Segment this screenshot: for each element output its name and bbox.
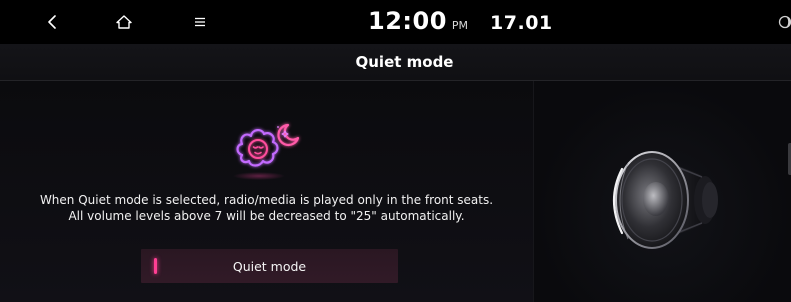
clock-ampm: PM [451, 19, 469, 32]
description-line: All volume levels above 7 will be decrea… [68, 209, 465, 223]
content-panel: When Quiet mode is selected, radio/media… [0, 81, 533, 302]
back-button[interactable] [34, 0, 70, 44]
status-bar: 12:00 PM 17.01 [0, 0, 791, 44]
back-arrow-icon [48, 15, 56, 29]
clock-time: 12:00 [368, 7, 447, 35]
description-line: When Quiet mode is selected, radio/media… [39, 193, 494, 207]
page-title: Quiet mode [355, 53, 454, 71]
night-mode-icon[interactable] [777, 14, 791, 30]
title-bar: Quiet mode [0, 44, 791, 81]
speaker-icon [612, 151, 718, 249]
quiet-mode-toggle-button[interactable]: Quiet mode [141, 249, 398, 283]
toggle-label: Quiet mode [232, 258, 307, 274]
sleeping-flower-moon-icon [233, 123, 300, 180]
quiet-mode-screen: 12:00 PM 17.01 Quiet mode When Quiet mod… [0, 0, 791, 302]
clock-date: 17.01 [490, 12, 553, 34]
clock: 12:00 PM 17.01 [368, 7, 553, 39]
home-button[interactable] [106, 0, 142, 44]
illustration-panel [533, 81, 791, 302]
menu-icon [195, 17, 205, 27]
home-icon [116, 15, 132, 29]
description-text: When Quiet mode is selected, radio/media… [0, 192, 533, 224]
menu-button[interactable] [185, 0, 215, 44]
